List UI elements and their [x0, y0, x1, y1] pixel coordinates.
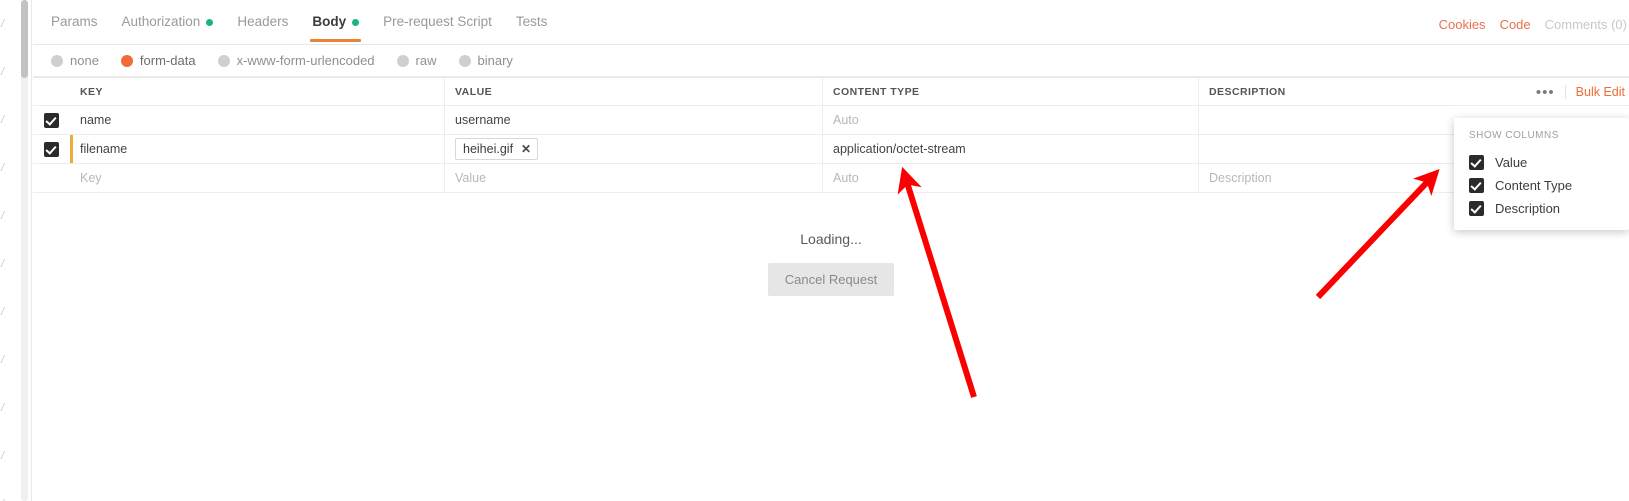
request-tab-actions: Cookies Code Comments (0)	[1439, 0, 1627, 47]
request-body-panel: Params Authorization Headers Body Pre-re…	[33, 0, 1629, 501]
show-column-content-type[interactable]: Content Type	[1454, 174, 1629, 197]
new-row-value-input[interactable]: Value	[445, 164, 823, 192]
row-checkbox-cell	[33, 106, 70, 134]
show-column-value-label: Value	[1495, 155, 1528, 170]
selected-file-name: heihei.gif	[463, 141, 514, 156]
cookies-link[interactable]: Cookies	[1439, 17, 1486, 32]
left-gutter: / / / / / / / / / / /	[0, 0, 33, 501]
remove-file-icon[interactable]: ✕	[521, 141, 531, 157]
table-header-tools: ••• Bulk Edit	[1526, 78, 1629, 106]
radio-icon	[217, 54, 230, 67]
show-column-description[interactable]: Description	[1454, 197, 1629, 220]
new-row-checkbox-cell	[33, 164, 70, 192]
row-value-input[interactable]: username	[445, 106, 823, 134]
status-dot-icon	[206, 19, 214, 26]
tab-body-label: Body	[312, 14, 347, 29]
row-enabled-checkbox[interactable]	[44, 112, 59, 128]
tab-authorization-label: Authorization	[121, 14, 201, 29]
vertical-scrollbar-thumb[interactable]	[21, 0, 28, 78]
body-type-form-data-label: form-data	[139, 53, 196, 68]
row-value-file-cell[interactable]: heihei.gif ✕	[445, 135, 823, 163]
header-key: KEY	[70, 78, 445, 105]
body-type-selector: none form-data x-www-form-urlencoded raw…	[33, 45, 1629, 77]
tab-body[interactable]: Body	[300, 0, 371, 45]
tab-headers-label: Headers	[237, 14, 289, 29]
header-content-type: CONTENT TYPE	[823, 78, 1199, 105]
gutter-divider	[31, 0, 32, 501]
loading-block: Loading... Cancel Request	[33, 231, 1629, 296]
show-columns-title: SHOW COLUMNS	[1469, 130, 1559, 141]
tab-pre-request-script[interactable]: Pre-request Script	[371, 0, 504, 45]
loading-text: Loading...	[800, 231, 862, 247]
body-type-urlencoded-label: x-www-form-urlencoded	[236, 53, 375, 68]
table-new-row: Key Value Auto Description	[33, 164, 1629, 193]
body-type-raw[interactable]: raw	[396, 53, 437, 68]
tab-tests[interactable]: Tests	[504, 0, 560, 45]
status-dot-icon	[352, 19, 360, 26]
form-data-table: KEY VALUE CONTENT TYPE DESCRIPTION ••• B…	[33, 77, 1629, 193]
tab-pre-request-script-label: Pre-request Script	[383, 14, 492, 29]
tab-params[interactable]: Params	[39, 0, 110, 45]
body-type-form-data[interactable]: form-data	[120, 53, 196, 68]
show-column-content-type-label: Content Type	[1495, 178, 1573, 193]
table-row: name username Auto	[33, 106, 1629, 135]
row-checkbox-cell	[33, 135, 70, 163]
row-enabled-checkbox[interactable]	[44, 141, 59, 157]
row-content-type-input[interactable]: application/octet-stream	[823, 135, 1199, 163]
code-link[interactable]: Code	[1500, 17, 1531, 32]
body-type-raw-label: raw	[415, 53, 437, 68]
row-modified-accent	[70, 135, 73, 163]
table-row: filename heihei.gif ✕ application/octet-…	[33, 135, 1629, 164]
show-columns-dropdown: SHOW COLUMNS Value Content Type Descript…	[1454, 118, 1629, 230]
body-type-none[interactable]: none	[51, 53, 99, 68]
request-tab-bar: Params Authorization Headers Body Pre-re…	[33, 0, 1629, 45]
show-column-description-label: Description	[1495, 201, 1561, 216]
header-value: VALUE	[445, 78, 823, 105]
tab-params-label: Params	[51, 14, 98, 29]
more-options-icon[interactable]: •••	[1526, 85, 1565, 100]
new-row-key-input[interactable]: Key	[70, 164, 445, 192]
body-type-binary[interactable]: binary	[458, 53, 513, 68]
new-row-content-type-input[interactable]: Auto	[823, 164, 1199, 192]
body-type-x-www-form-urlencoded[interactable]: x-www-form-urlencoded	[217, 53, 375, 68]
checkbox-checked-icon[interactable]	[1469, 155, 1484, 170]
comments-link[interactable]: Comments (0)	[1545, 17, 1627, 32]
tab-tests-label: Tests	[515, 14, 548, 29]
gutter-ghost-text: / / / / / / / / / / /	[1, 18, 5, 501]
radio-selected-icon	[120, 54, 133, 67]
response-area: Loading... Cancel Request	[33, 201, 1629, 501]
body-type-none-label: none	[70, 53, 99, 68]
body-type-binary-label: binary	[477, 53, 513, 68]
radio-icon	[458, 54, 471, 67]
active-tab-underline	[310, 39, 362, 42]
checkbox-checked-icon[interactable]	[1469, 201, 1484, 216]
checkbox-checked-icon[interactable]	[1469, 178, 1484, 193]
show-column-value[interactable]: Value	[1454, 151, 1629, 174]
cancel-request-button[interactable]: Cancel Request	[767, 263, 895, 296]
request-tab-strip: Params Authorization Headers Body Pre-re…	[33, 0, 559, 45]
row-content-type-input[interactable]: Auto	[823, 106, 1199, 134]
bulk-edit-button[interactable]: Bulk Edit	[1564, 85, 1627, 99]
selected-file-chip: heihei.gif ✕	[455, 137, 539, 161]
radio-icon	[51, 54, 63, 67]
table-header-row: KEY VALUE CONTENT TYPE DESCRIPTION ••• B…	[33, 78, 1629, 106]
header-checkbox-cell	[33, 78, 70, 105]
tab-headers[interactable]: Headers	[225, 0, 300, 45]
row-key-input[interactable]: name	[70, 106, 445, 134]
row-key-input[interactable]: filename	[70, 135, 445, 163]
tab-authorization[interactable]: Authorization	[110, 0, 226, 45]
radio-icon	[396, 54, 409, 67]
